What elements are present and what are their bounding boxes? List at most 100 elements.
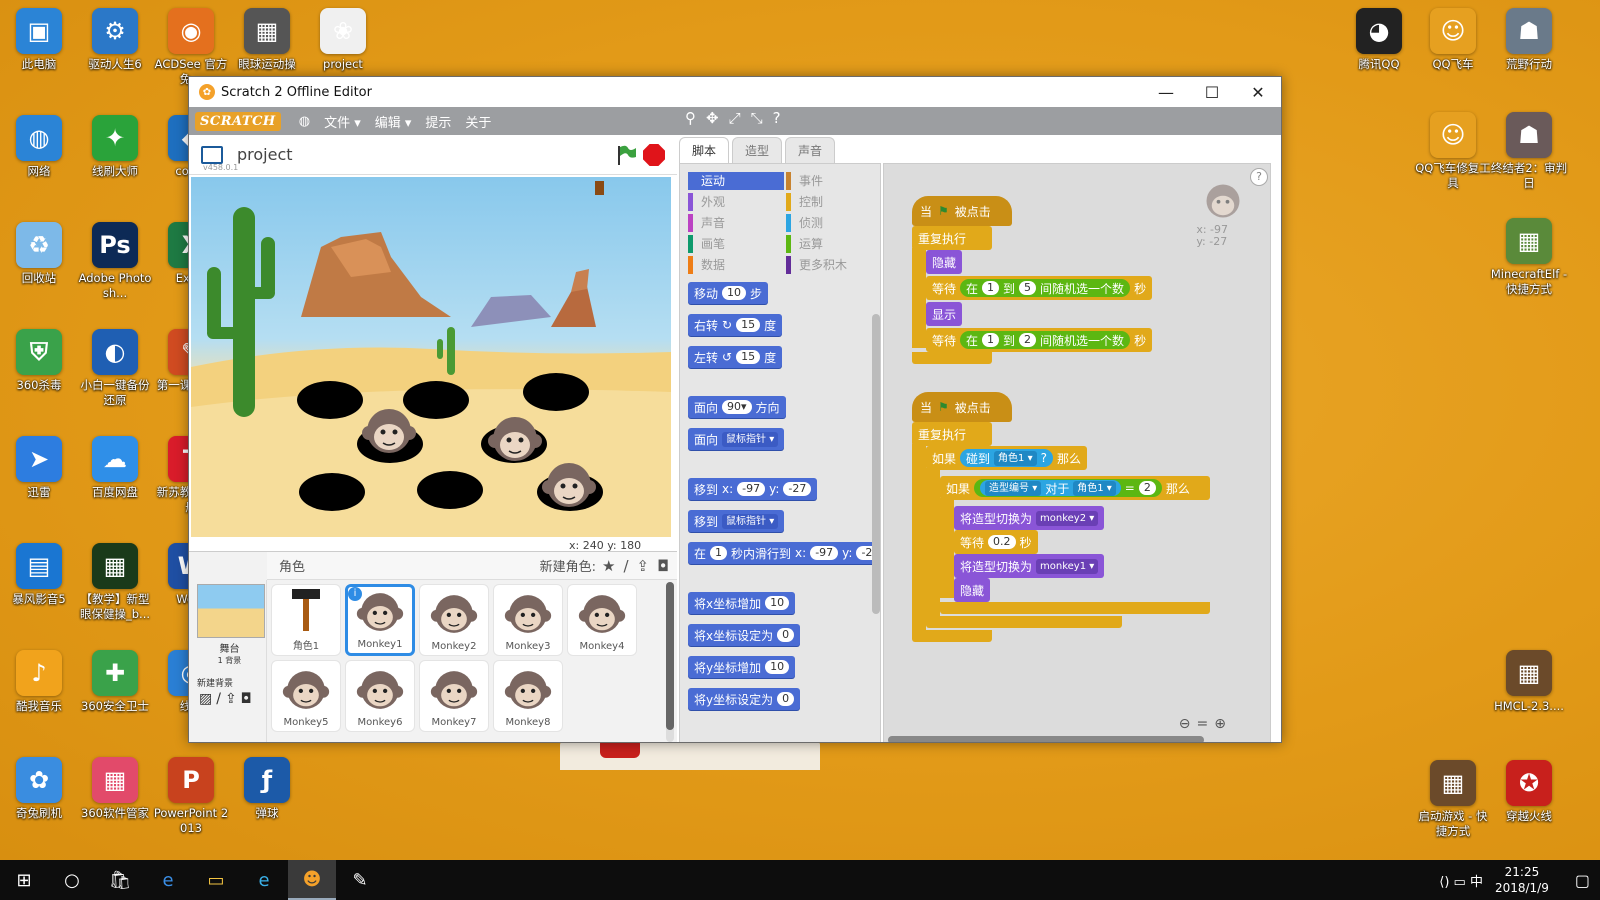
forever-block[interactable]: 重复执行 bbox=[912, 226, 992, 250]
if-touching-block[interactable]: 如果 碰到 角色1 ▾? 那么 bbox=[926, 446, 1087, 470]
desktop-icon[interactable]: ▦ 眼球运动操 bbox=[228, 8, 306, 72]
camera-icon[interactable]: ◘ bbox=[657, 557, 669, 575]
when-flag-clicked-hat[interactable]: 当 ⚑ 被点击 bbox=[912, 392, 1012, 422]
forever-block[interactable]: 重复执行 bbox=[912, 422, 992, 446]
tray-icons[interactable]: ⟨) ▭ 中 bbox=[1439, 871, 1483, 890]
sprite-thumb[interactable]: Monkey1 i bbox=[345, 584, 415, 656]
sprite-thumb[interactable]: Monkey7 bbox=[419, 660, 489, 732]
menu-about[interactable]: 关于 bbox=[465, 112, 491, 131]
wait-random-block[interactable]: 等待在 1 到 5 间随机选一个数秒 bbox=[926, 276, 1153, 300]
zoom-reset-icon[interactable]: = bbox=[1197, 716, 1209, 732]
category-控制[interactable]: 控制 bbox=[786, 193, 880, 211]
category-画笔[interactable]: 画笔 bbox=[688, 235, 784, 253]
paint-sprite-icon[interactable]: / bbox=[623, 557, 628, 575]
category-运动[interactable]: 运动 bbox=[688, 172, 784, 190]
stage-thumbnail[interactable]: 舞台 1 背景 新建背景 ▨/⇪◘ bbox=[193, 580, 267, 742]
desktop-icon[interactable]: ♻ 回收站 bbox=[0, 222, 78, 286]
start-icon[interactable]: ⊞ bbox=[0, 860, 48, 900]
sprite-thumb[interactable]: Monkey5 bbox=[271, 660, 341, 732]
clock[interactable]: 21:25 2018/1/9 bbox=[1495, 864, 1549, 896]
block-turn-left[interactable]: 左转 ↺ 15 度 bbox=[688, 346, 783, 368]
minimize-button[interactable]: — bbox=[1143, 77, 1189, 107]
desktop-icon[interactable]: ⚙ 驱动人生6 bbox=[76, 8, 154, 72]
desktop-icon[interactable]: P PowerPoint 2013 bbox=[152, 757, 230, 836]
desktop-icon[interactable]: ƒ 弹球 bbox=[228, 757, 306, 821]
desktop-icon[interactable]: ❀ project bbox=[304, 8, 382, 72]
desktop-icon[interactable]: ▦ MinecraftElf - 快捷方式 bbox=[1490, 218, 1568, 297]
category-更多积木[interactable]: 更多积木 bbox=[786, 256, 880, 274]
sprite-thumb[interactable]: Monkey2 bbox=[419, 584, 489, 656]
category-外观[interactable]: 外观 bbox=[688, 193, 784, 211]
stage-canvas[interactable] bbox=[191, 177, 671, 537]
duplicate-tool-icon[interactable]: ⚲ bbox=[685, 109, 696, 127]
block-goto[interactable]: 移到 鼠标指针 ▾ bbox=[688, 510, 785, 532]
menu-tips[interactable]: 提示 bbox=[425, 112, 451, 131]
shrink-tool-icon[interactable]: ⤡ bbox=[751, 109, 763, 127]
desktop-icon[interactable]: ▦ 启动游戏 - 快捷方式 bbox=[1414, 760, 1492, 839]
desktop-icon[interactable]: ◐ 小白一键备份还原 bbox=[76, 329, 154, 408]
scratch-logo[interactable]: SCRATCH bbox=[195, 111, 281, 131]
desktop-icon[interactable]: ◕ 腾讯QQ bbox=[1340, 8, 1418, 72]
menu-edit[interactable]: 编辑 ▾ bbox=[375, 112, 412, 131]
block-point-direction[interactable]: 面向 90▾ 方向 bbox=[688, 396, 786, 418]
fullscreen-icon[interactable] bbox=[201, 145, 223, 164]
edge-icon[interactable]: e bbox=[144, 860, 192, 900]
desktop-icon[interactable]: ▦ HMCL-2.3.... bbox=[1490, 650, 1568, 714]
hide-block[interactable]: 隐藏 bbox=[954, 578, 991, 602]
desktop-icon[interactable]: ➤ 迅雷 bbox=[0, 436, 78, 500]
monkey-sprite[interactable] bbox=[361, 405, 417, 457]
block-change-x[interactable]: 将x坐标增加 10 bbox=[688, 592, 796, 614]
scratch-taskbar-icon[interactable]: ☻ bbox=[288, 860, 336, 900]
zoom-out-icon[interactable]: ⊖ bbox=[1179, 716, 1191, 732]
green-flag-icon[interactable] bbox=[615, 144, 637, 166]
category-事件[interactable]: 事件 bbox=[786, 172, 880, 190]
desktop-icon[interactable]: Ps Adobe Photosh... bbox=[76, 222, 154, 301]
desktop-icon[interactable]: ✦ 线刷大师 bbox=[76, 115, 154, 179]
switch-costume-block[interactable]: 将造型切换为 monkey2 ▾ bbox=[954, 506, 1105, 530]
sprite-thumb[interactable]: Monkey6 bbox=[345, 660, 415, 732]
info-icon[interactable]: i bbox=[348, 587, 362, 601]
desktop-icon[interactable]: ☺ QQ飞车修复工具 bbox=[1414, 112, 1492, 191]
block-move[interactable]: 移动 10 步 bbox=[688, 282, 769, 304]
block-turn-right[interactable]: 右转 ↻ 15 度 bbox=[688, 314, 783, 336]
desktop-icon[interactable]: ☗ 终结者2：审判日 bbox=[1490, 112, 1568, 191]
explorer-icon[interactable]: ▭ bbox=[192, 860, 240, 900]
upload-sprite-icon[interactable]: ⇪ bbox=[637, 557, 650, 575]
maximize-button[interactable]: ☐ bbox=[1189, 77, 1235, 107]
globe-icon[interactable]: ◍ bbox=[299, 114, 310, 129]
category-数据[interactable]: 数据 bbox=[688, 256, 784, 274]
block-goto-xy[interactable]: 移到 x: -97 y: -27 bbox=[688, 478, 818, 500]
category-侦测[interactable]: 侦测 bbox=[786, 214, 880, 232]
block-point-towards[interactable]: 面向 鼠标指针 ▾ bbox=[688, 428, 785, 450]
desktop-icon[interactable]: ✚ 360安全卫士 bbox=[76, 650, 154, 714]
show-block[interactable]: 显示 bbox=[926, 302, 963, 326]
block-glide[interactable]: 在 1 秒内滑行到 x: -97 y: -27 bbox=[688, 542, 880, 564]
desktop-icon[interactable]: ▤ 暴风影音5 bbox=[0, 543, 78, 607]
desktop-icon[interactable]: ▦ 360软件管家 bbox=[76, 757, 154, 821]
sprite-scrollbar[interactable] bbox=[666, 582, 674, 742]
tab-scripts[interactable]: 脚本 bbox=[679, 137, 730, 163]
desktop-icon[interactable]: ▦ 【教学】新型眼保健操_b... bbox=[76, 543, 154, 622]
category-声音[interactable]: 声音 bbox=[688, 214, 784, 232]
zoom-in-icon[interactable]: ⊕ bbox=[1214, 716, 1226, 732]
monkey-sprite[interactable] bbox=[487, 413, 543, 465]
sprite-thumb[interactable]: 角色1 bbox=[271, 584, 341, 656]
ie-icon[interactable]: e bbox=[240, 860, 288, 900]
wait-block[interactable]: 等待 0.2 秒 bbox=[954, 530, 1038, 554]
tab-costumes[interactable]: 造型 bbox=[732, 137, 783, 163]
desktop-icon[interactable]: ⛨ 360杀毒 bbox=[0, 329, 78, 393]
tab-sounds[interactable]: 声音 bbox=[785, 137, 836, 163]
desktop-icon[interactable]: ☺ QQ飞车 bbox=[1414, 8, 1492, 72]
project-name[interactable]: project bbox=[237, 145, 293, 164]
block-change-y[interactable]: 将y坐标增加 10 bbox=[688, 656, 796, 678]
desktop-icon[interactable]: ◍ 网络 bbox=[0, 115, 78, 179]
close-button[interactable]: ✕ bbox=[1235, 77, 1281, 107]
wait-random-block[interactable]: 等待在 1 到 2 间随机选一个数秒 bbox=[926, 328, 1153, 352]
desktop-icon[interactable]: ✿ 奇兔刷机 bbox=[0, 757, 78, 821]
script-area[interactable]: ? x: -97 y: -27 当 ⚑ 被点击 重复执行 隐藏 等待在 1 到 5 间随机选一… bbox=[883, 163, 1271, 742]
desktop-icon[interactable]: ▣ 此电脑 bbox=[0, 8, 78, 72]
desktop-icon[interactable]: ✪ 穿越火线 bbox=[1490, 760, 1568, 824]
when-flag-clicked-hat[interactable]: 当 ⚑ 被点击 bbox=[912, 196, 1012, 226]
palette-scrollbar[interactable] bbox=[872, 314, 880, 614]
stop-icon[interactable] bbox=[643, 144, 665, 166]
